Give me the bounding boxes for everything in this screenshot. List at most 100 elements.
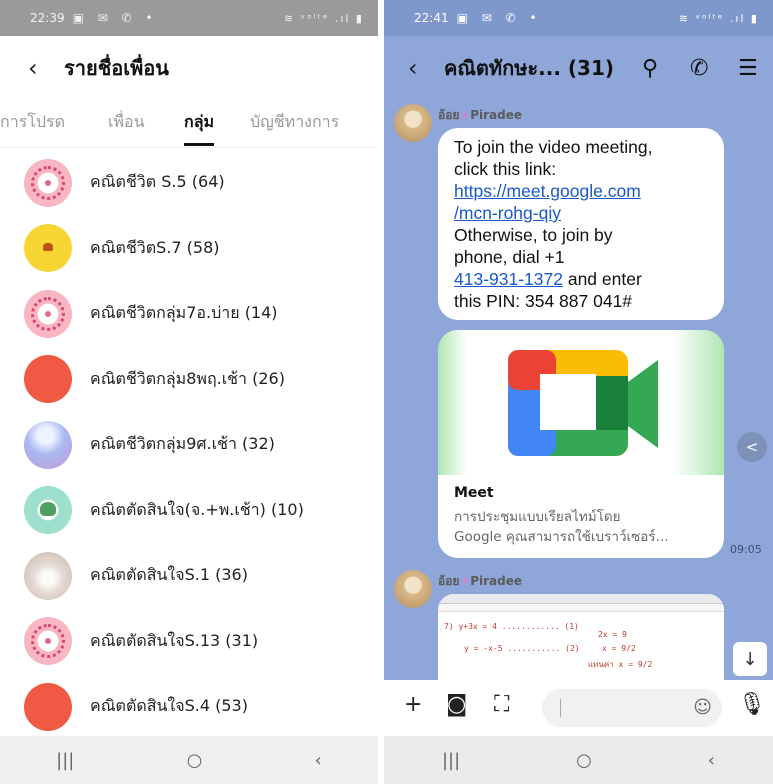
chat-messages: อ้อย★Piradee To join the video meeting, … bbox=[384, 100, 773, 680]
text-caret bbox=[560, 699, 561, 717]
tab-groups[interactable]: กลุ่ม bbox=[184, 110, 215, 146]
handwritten-math: y = -x-5 ........... (2) bbox=[464, 644, 580, 653]
group-name: คณิตชีวิตกลุ่ม9ศ.เช้า (32) bbox=[90, 434, 275, 454]
status-indicators: ▣ ✉ ✆ • bbox=[456, 11, 542, 25]
status-indicators: ▣ ✉ ✆ • bbox=[72, 11, 158, 25]
wreath-avatar bbox=[24, 617, 72, 666]
handwritten-math: 2x = 9 bbox=[598, 630, 627, 639]
group-list: คณิตชีวิต S.5 (64) คณิตชีวิตS.7 (58) คณิ… bbox=[0, 150, 378, 740]
wreath-avatar bbox=[24, 289, 72, 338]
meeting-link[interactable]: /mcn-rohg-qiy bbox=[454, 202, 708, 224]
message-bubble[interactable]: To join the video meeting, click this li… bbox=[438, 128, 724, 320]
group-item[interactable]: คณิตชีวิตกลุ่ม9ศ.เช้า (32) bbox=[0, 412, 378, 478]
sender-name: อ้อย★Piradee bbox=[438, 106, 522, 125]
android-nav-bar: ||| ○ ‹ bbox=[0, 736, 378, 784]
message-text: Otherwise, to join by bbox=[454, 225, 613, 245]
page-title: รายชื่อเพื่อน bbox=[64, 56, 169, 80]
recent-apps-icon[interactable]: ||| bbox=[442, 750, 460, 771]
card-description: การประชุมแบบเรียลไทม์โดย Google คุณสามาร… bbox=[454, 507, 714, 547]
back-icon[interactable]: ‹ bbox=[708, 750, 715, 771]
message-text: 413-931-1372 and enter bbox=[454, 268, 708, 290]
home-icon[interactable]: ○ bbox=[187, 750, 203, 771]
card-description-line: Google คุณสามารถใช้เบราว์เซอร์... bbox=[454, 529, 669, 545]
group-name: คณิตชีวิตกลุ่ม7อ.บ่าย (14) bbox=[90, 303, 278, 323]
group-item[interactable]: คณิตตัดสินใจS.1 (36) bbox=[0, 543, 378, 609]
screenshot-toolbar bbox=[438, 604, 724, 612]
link-preview-card[interactable]: Meet การประชุมแบบเรียลไทม์โดย Google คุณ… bbox=[438, 330, 724, 558]
emoji-icon[interactable]: ☺ bbox=[693, 697, 712, 718]
sender-avatar[interactable] bbox=[394, 104, 432, 142]
yellow-character-avatar bbox=[24, 224, 72, 273]
group-name: คณิตตัดสินใจS.13 (31) bbox=[90, 630, 259, 650]
friends-tabs: การโปรด เพื่อน กลุ่ม บัญชีทางการ bbox=[0, 100, 378, 148]
group-name: คณิตตัดสินใจS.1 (36) bbox=[90, 565, 248, 585]
group-item[interactable]: คณิตชีวิตกลุ่ม7อ.บ่าย (14) bbox=[0, 281, 378, 347]
google-meet-logo bbox=[438, 330, 724, 475]
meeting-link[interactable]: https://meet.google.com bbox=[454, 180, 708, 202]
friends-list-screen: 22:39 ▣ ✉ ✆ • ≋ ᵛᵒˡᵗᵉ .ıl ▮ ‹ รายชื่อเพื… bbox=[0, 0, 378, 784]
tab-friends[interactable]: เพื่อน bbox=[108, 110, 145, 135]
android-nav-bar: ||| ○ ‹ bbox=[384, 736, 773, 784]
group-item[interactable]: คณิตตัดสินใจ(จ.+พ.เช้า) (10) bbox=[0, 478, 378, 544]
wreath-avatar bbox=[24, 158, 72, 207]
handwritten-math: แทนค่า x = 9/2 bbox=[588, 660, 653, 669]
message-composer: + ◙ ⛶ ☺ 🎙 bbox=[384, 680, 773, 736]
message-text: click this link: bbox=[454, 159, 557, 179]
phone-link[interactable]: 413-931-1372 bbox=[454, 269, 563, 289]
share-icon[interactable]: < bbox=[737, 432, 767, 462]
status-bar: 22:41 ▣ ✉ ✆ • ≋ ᵛᵒˡᵗᵉ .ıl ▮ bbox=[384, 0, 773, 36]
handwritten-math: 7) y+3x = 4 ............ (1) bbox=[444, 622, 579, 631]
message-text: phone, dial +1 bbox=[454, 247, 565, 267]
friends-header: ‹ รายชื่อเพื่อน bbox=[0, 36, 378, 100]
card-title: Meet bbox=[454, 485, 494, 501]
chat-title[interactable]: คณิตทักษะ... (31) bbox=[444, 52, 614, 84]
tab-favorites[interactable]: การโปรด bbox=[0, 110, 65, 135]
tab-official-accounts[interactable]: บัญชีทางการ bbox=[250, 110, 339, 135]
red-circle-avatar bbox=[24, 355, 72, 404]
sender-name: อ้อย★Piradee bbox=[438, 572, 522, 591]
plus-icon[interactable]: + bbox=[404, 692, 422, 717]
group-item[interactable]: คณิตตัดสินใจS.13 (31) bbox=[0, 609, 378, 675]
phone-icon[interactable]: ✆ bbox=[690, 56, 708, 81]
message-input[interactable]: ☺ bbox=[542, 689, 722, 727]
group-item[interactable]: คณิตชีวิตกลุ่ม8พฤ.เช้า (26) bbox=[0, 347, 378, 413]
message-text: and enter bbox=[562, 269, 642, 289]
status-time: 22:39 bbox=[30, 11, 65, 25]
gradient-avatar bbox=[24, 420, 72, 469]
message-time: 09:05 bbox=[730, 543, 762, 556]
back-arrow-icon[interactable]: ‹ bbox=[408, 54, 440, 82]
sender-first-name: อ้อย bbox=[438, 574, 460, 588]
home-icon[interactable]: ○ bbox=[576, 750, 592, 771]
screenshot-toolbar bbox=[438, 594, 724, 604]
group-name: คณิตชีวิตกลุ่ม8พฤ.เช้า (26) bbox=[90, 368, 285, 388]
group-name: คณิตตัดสินใจS.4 (53) bbox=[90, 696, 248, 716]
group-item[interactable]: คณิตชีวิต S.5 (64) bbox=[0, 150, 378, 216]
back-icon[interactable]: ‹ bbox=[315, 750, 322, 771]
menu-icon[interactable]: ☰ bbox=[738, 56, 758, 81]
recent-apps-icon[interactable]: ||| bbox=[56, 750, 74, 771]
flower-avatar bbox=[24, 551, 72, 600]
group-name: คณิตชีวิต S.5 (64) bbox=[90, 172, 225, 192]
signal-icons: ≋ ᵛᵒˡᵗᵉ .ıl ▮ bbox=[283, 11, 364, 25]
search-icon[interactable]: ⚲ bbox=[642, 56, 658, 81]
message-text: To join the video meeting, bbox=[454, 137, 653, 157]
group-item[interactable]: คณิตตัดสินใจS.4 (53) bbox=[0, 674, 378, 740]
microphone-icon[interactable]: 🎙 bbox=[738, 692, 766, 717]
group-item[interactable]: คณิตชีวิตS.7 (58) bbox=[0, 216, 378, 282]
meet-icon bbox=[508, 350, 658, 456]
sender-avatar[interactable] bbox=[394, 570, 432, 608]
back-arrow-icon[interactable]: ‹ bbox=[28, 54, 60, 82]
leaves-avatar bbox=[24, 486, 72, 535]
image-message[interactable]: 7) y+3x = 4 ............ (1) y = -x-5 ..… bbox=[438, 594, 724, 680]
sender-display-name: Piradee bbox=[470, 108, 523, 122]
camera-icon[interactable]: ◙ bbox=[446, 692, 467, 717]
status-time: 22:41 bbox=[414, 11, 449, 25]
status-bar: 22:39 ▣ ✉ ✆ • ≋ ᵛᵒˡᵗᵉ .ıl ▮ bbox=[0, 0, 378, 36]
star-icon: ★ bbox=[459, 108, 471, 122]
image-icon[interactable]: ⛶ bbox=[494, 692, 509, 717]
message-text: this PIN: 354 887 041# bbox=[454, 291, 633, 311]
sender-display-name: Piradee bbox=[470, 574, 523, 588]
scroll-down-icon[interactable]: ↓ bbox=[733, 642, 767, 676]
sender-first-name: อ้อย bbox=[438, 108, 460, 122]
star-icon: ★ bbox=[459, 574, 471, 588]
